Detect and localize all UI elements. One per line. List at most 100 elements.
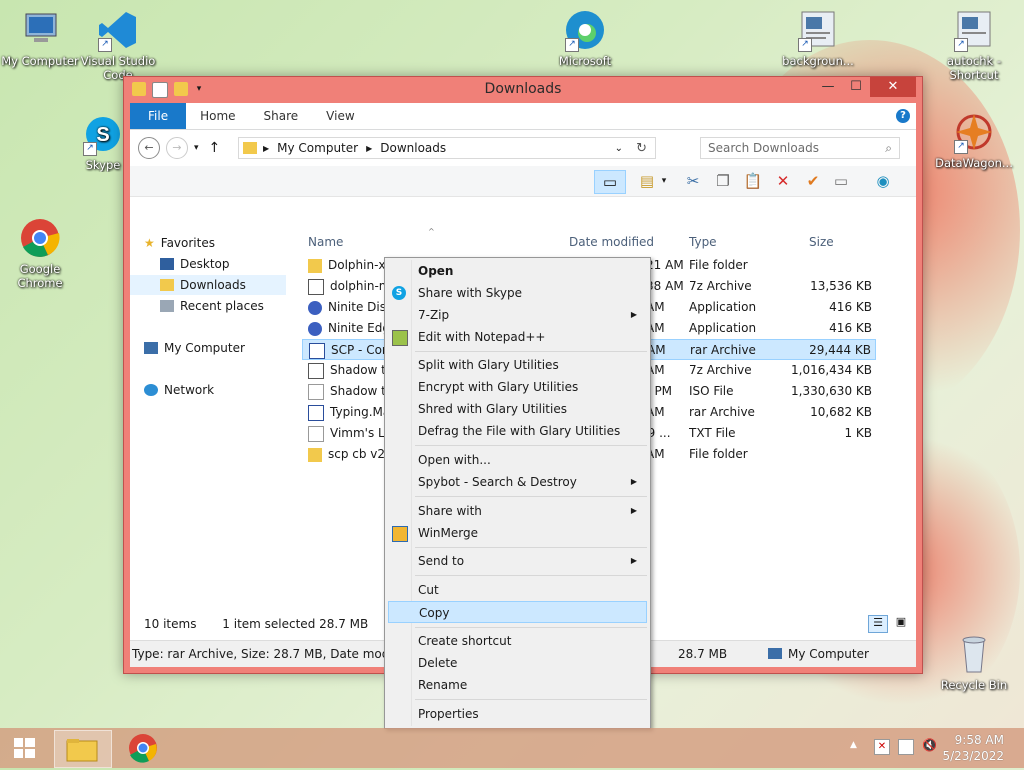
menu-item-share-with-skype[interactable]: S Share with Skype	[388, 282, 647, 304]
menu-item-copy[interactable]: Copy	[388, 601, 647, 623]
taskbar-chrome[interactable]	[120, 730, 166, 766]
nav-network[interactable]: Network	[144, 380, 214, 400]
search-placeholder: Search Downloads	[708, 141, 819, 155]
delete-icon[interactable]: ✕	[772, 170, 794, 192]
file-size: 416 KB	[829, 300, 872, 314]
tab-share[interactable]: Share	[250, 103, 313, 129]
shortcut-arrow-icon: ↗	[98, 38, 112, 52]
desktop-icon-background[interactable]: ↗ backgroun...	[778, 8, 858, 68]
desktop-icon-recycle-bin[interactable]: Recycle Bin	[934, 632, 1014, 692]
recent-locations-icon[interactable]: ▾	[194, 143, 199, 153]
shell-icon[interactable]: ◉	[872, 170, 894, 192]
rename-icon[interactable]: ▭	[830, 170, 852, 192]
menu-item-edit-notepadpp[interactable]: Edit with Notepad++	[388, 326, 647, 348]
volume-muted-icon[interactable]: 🔇	[922, 738, 937, 752]
7z-archive-icon	[308, 362, 324, 379]
desktop-icon-my-computer[interactable]: My Computer	[0, 8, 80, 68]
up-button[interactable]: ↑	[209, 140, 221, 156]
menu-item-properties[interactable]: Properties	[388, 703, 647, 725]
clock-time: 9:58 AM	[954, 733, 1004, 747]
desktop-icon-vscode[interactable]: ↗ Visual Studio Code	[78, 8, 158, 82]
maximize-button[interactable]: ☐	[842, 77, 870, 97]
tab-home[interactable]: Home	[186, 103, 249, 129]
menu-item-label: Split with Glary Utilities	[418, 358, 559, 372]
menu-item-label: Encrypt with Glary Utilities	[418, 380, 579, 394]
menu-item-encrypt-glary[interactable]: Encrypt with Glary Utilities	[388, 376, 647, 398]
menu-item-open[interactable]: Open	[388, 260, 647, 282]
nav-label: Recent places	[180, 299, 264, 313]
computer-icon	[25, 13, 57, 42]
column-header-size[interactable]: Size	[809, 235, 834, 249]
nav-downloads[interactable]: Downloads	[130, 275, 286, 295]
nav-desktop[interactable]: Desktop	[160, 254, 230, 274]
chevron-down-icon[interactable]: ▾	[658, 170, 670, 192]
desktop-icon-label: Google Chrome	[17, 262, 63, 290]
column-header-name[interactable]: Name	[308, 235, 343, 249]
desktop-icon-skype[interactable]: S ↗ Skype	[78, 112, 128, 172]
details-view-icon[interactable]: ☰	[868, 615, 888, 633]
folder-icon	[308, 258, 322, 273]
close-button[interactable]: ✕	[870, 77, 916, 97]
paste-icon[interactable]: 📋	[742, 170, 764, 192]
breadcrumb-my-computer[interactable]: My Computer	[277, 141, 358, 155]
desktop-icon-autochk[interactable]: ↗ autochk - Shortcut	[934, 8, 1014, 82]
menu-item-delete[interactable]: Delete	[388, 652, 647, 674]
file-size: 1,016,434 KB	[791, 363, 872, 377]
menu-item-winmerge[interactable]: WinMerge	[388, 522, 647, 544]
file-type: File folder	[689, 447, 748, 461]
menu-item-share-with[interactable]: Share with ▶	[388, 500, 647, 522]
menu-item-spybot[interactable]: Spybot - Search & Destroy ▶	[388, 471, 647, 493]
nav-my-computer[interactable]: My Computer	[144, 338, 245, 358]
column-header-date[interactable]: Date modified	[569, 235, 654, 249]
search-input[interactable]: Search Downloads ⌕	[700, 137, 900, 159]
show-hidden-icons-icon[interactable]: ▲	[850, 740, 857, 750]
breadcrumb-downloads[interactable]: Downloads	[380, 141, 446, 155]
column-header-type[interactable]: Type	[689, 235, 717, 249]
start-button[interactable]	[4, 730, 50, 766]
cut-icon[interactable]: ✂	[682, 170, 704, 192]
shortcut-arrow-icon: ↗	[83, 142, 97, 156]
desktop-icon-edge[interactable]: ↗ Microsoft	[545, 8, 625, 68]
menu-item-split-glary[interactable]: Split with Glary Utilities	[388, 354, 647, 376]
help-icon[interactable]: ?	[896, 109, 910, 123]
copy-icon[interactable]: ❐	[712, 170, 734, 192]
forward-button[interactable]: →	[166, 137, 188, 159]
file-size: 416 KB	[829, 321, 872, 335]
large-icons-view-icon[interactable]: ▣	[892, 615, 910, 631]
title-bar[interactable]: ▾ Downloads — ☐ ✕	[124, 77, 922, 103]
refresh-icon[interactable]: ↻	[636, 141, 647, 156]
window-title: Downloads	[484, 81, 562, 97]
menu-item-shred-glary[interactable]: Shred with Glary Utilities	[388, 398, 647, 420]
shortcut-arrow-icon: ↗	[798, 38, 812, 52]
tab-view[interactable]: View	[312, 103, 368, 129]
nav-recent-places[interactable]: Recent places	[160, 296, 264, 316]
tab-file[interactable]: File	[130, 103, 187, 129]
desktop-icon-chrome[interactable]: Google Chrome	[0, 216, 80, 290]
chevron-down-icon[interactable]: ⌄	[615, 143, 623, 154]
network-status-icon[interactable]	[898, 739, 914, 755]
desktop-icon-label: autochk - Shortcut	[947, 54, 1001, 82]
nav-favorites[interactable]: ★ Favorites	[144, 233, 215, 253]
menu-item-defrag-glary[interactable]: Defrag the File with Glary Utilities	[388, 420, 647, 442]
menu-item-rename[interactable]: Rename	[388, 674, 647, 696]
menu-item-create-shortcut[interactable]: Create shortcut	[388, 630, 647, 652]
address-bar[interactable]: ▶ My Computer ▶ Downloads ⌄ ↻	[238, 137, 656, 159]
action-center-icon[interactable]: ✕	[874, 739, 890, 755]
menu-item-send-to[interactable]: Send to ▶	[388, 550, 647, 572]
preview-pane-icon[interactable]: ▭	[594, 170, 626, 194]
back-button[interactable]: ←	[138, 137, 160, 159]
taskbar-file-explorer[interactable]	[54, 730, 112, 768]
menu-item-label: Delete	[418, 656, 458, 670]
sort-arrow-icon: ^	[428, 227, 435, 236]
nav-label: Favorites	[160, 236, 215, 250]
system-clock[interactable]: 9:58 AM 5/23/2022	[942, 732, 1004, 764]
minimize-button[interactable]: —	[814, 77, 842, 97]
desktop-icon-datawagon[interactable]: ↗ DataWagon...	[934, 110, 1014, 170]
desktop-icon-label: Recycle Bin	[940, 678, 1008, 692]
menu-item-7zip[interactable]: 7-Zip ▶	[388, 304, 647, 326]
menu-item-cut[interactable]: Cut	[388, 579, 647, 601]
search-icon[interactable]: ⌕	[885, 138, 892, 158]
organize-icon[interactable]: ▤	[636, 170, 658, 192]
checkmark-icon[interactable]: ✔	[802, 170, 824, 192]
menu-item-open-with[interactable]: Open with...	[388, 449, 647, 471]
